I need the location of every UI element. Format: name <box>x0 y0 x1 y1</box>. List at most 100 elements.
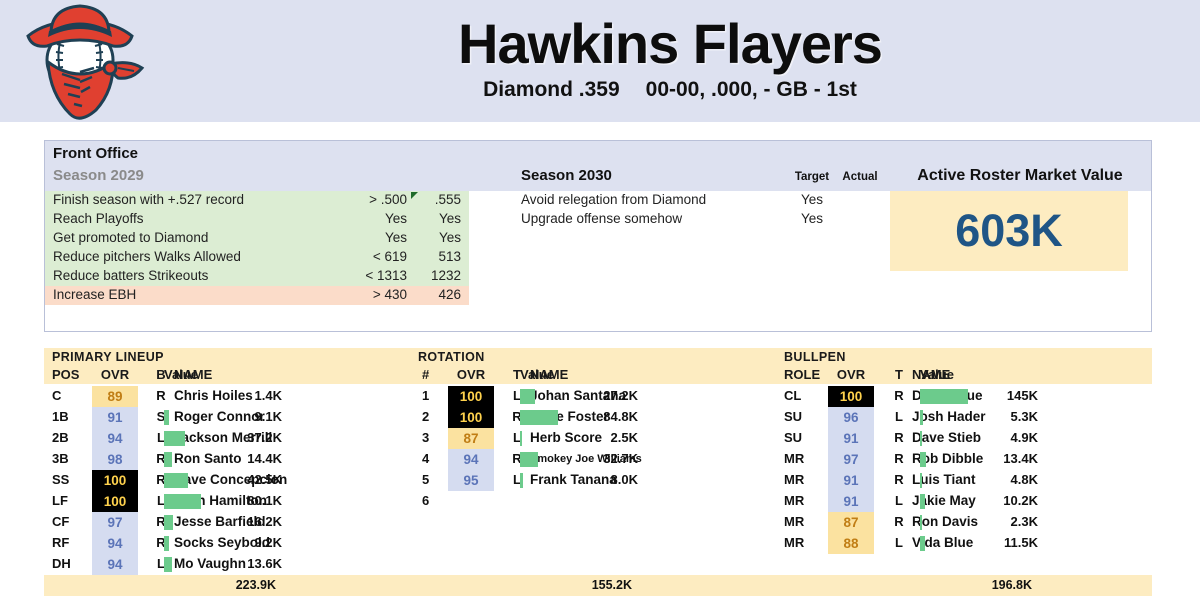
player-value: 8.0K <box>520 470 638 491</box>
table-row[interactable]: MR 88 L Vida Blue 11.5K <box>776 533 1152 554</box>
goal-row: Avoid relegation from Diamond Yes <box>521 191 891 210</box>
overall-rating-badge: 94 <box>448 449 494 470</box>
row-position: LF <box>52 493 68 508</box>
player-value: 32.7K <box>520 449 638 470</box>
season-2029-label: Season 2029 <box>53 167 144 184</box>
title-block: Hawkins Flayers Diamond .359 00-00, .000,… <box>150 8 1190 102</box>
table-row[interactable]: DH 94 L Mo Vaughn 13.6K <box>44 554 410 575</box>
overall-rating-badge: 96 <box>828 407 874 428</box>
table-row[interactable]: SS 100 R Dave Concepcion 42.5K <box>44 470 410 491</box>
table-row[interactable]: 2 100 R Rube Foster 84.8K <box>410 407 776 428</box>
value-bar <box>164 452 172 467</box>
row-position: 6 <box>422 493 430 508</box>
value-amount: 13.6K <box>247 556 282 571</box>
goal-row: Increase EBH > 430 426 <box>45 286 469 305</box>
row-position: SU <box>784 409 803 424</box>
goal-row: Get promoted to Diamond Yes Yes <box>45 229 469 248</box>
goal-row: Reduce pitchers Walks Allowed < 619 513 <box>45 248 469 267</box>
table-row[interactable]: MR 87 R Ron Davis 2.3K <box>776 512 1152 533</box>
overall-rating-badge: 91 <box>828 491 874 512</box>
overall-rating-badge: 91 <box>828 470 874 491</box>
table-row[interactable]: MR 91 R Luis Tiant 4.8K <box>776 470 1152 491</box>
table-row[interactable]: 3 87 L Herb Score 2.5K <box>410 428 776 449</box>
value-amount: 13.4K <box>1003 451 1038 466</box>
overall-rating-badge: 100 <box>448 407 494 428</box>
value-amount: 9.1K <box>254 409 282 424</box>
overall-rating-badge: 88 <box>828 533 874 554</box>
row-position: 2B <box>52 430 69 445</box>
value-bar <box>920 473 922 488</box>
value-bar <box>164 557 172 572</box>
value-amount: 10.2K <box>1003 493 1038 508</box>
table-row[interactable]: LF 100 L Josh Hamilton 80.1K <box>44 491 410 512</box>
goal-actual: 1232 <box>430 268 461 283</box>
table-row[interactable]: 2B 94 L Jackson Merrill 37.2K <box>44 428 410 449</box>
column-header-value: Value <box>164 367 198 382</box>
row-position: SU <box>784 430 803 445</box>
overall-rating-badge: 100 <box>92 491 138 512</box>
handedness: R <box>894 514 904 529</box>
player-value: 14.4K <box>164 449 282 470</box>
table-row[interactable]: 3B 98 R Ron Santo 14.4K <box>44 449 410 470</box>
table-row[interactable]: 1B 91 S Roger Connor 9.1K <box>44 407 410 428</box>
value-amount: 32.7K <box>603 451 638 466</box>
bandit-baseball-logo <box>18 2 148 128</box>
table-row[interactable]: SU 96 L Josh Hader 5.3K <box>776 407 1152 428</box>
player-value: 84.8K <box>520 407 638 428</box>
table-row[interactable]: 6 <box>410 491 776 512</box>
goal-label: Finish season with +.527 record <box>53 192 244 207</box>
season-2030-label: Season 2030 <box>521 167 612 184</box>
primary-lineup-table: PRIMARY LINEUP POS OVR B NAME Value C 89 R Chris … <box>44 348 410 596</box>
column-header-ovr: OVR <box>456 367 486 382</box>
goal-row: Finish season with +.527 record > .500 .55… <box>45 191 469 210</box>
value-bar <box>164 515 173 530</box>
roster-section: PRIMARY LINEUP POS OVR B NAME Value C 89 R Chris … <box>44 348 1152 596</box>
goal-target: > 430 <box>372 287 407 302</box>
overall-rating-badge: 100 <box>92 470 138 491</box>
handedness: R <box>894 451 904 466</box>
goal-label: Upgrade offense somehow <box>521 211 683 226</box>
value-bar <box>164 410 169 425</box>
overall-rating-badge: 87 <box>828 512 874 533</box>
overall-rating-badge: 98 <box>92 449 138 470</box>
goal-row: Reduce batters Strikeouts < 1313 1232 <box>45 267 469 286</box>
goal-actual: 426 <box>438 287 461 302</box>
row-position: 1B <box>52 409 69 424</box>
table-row[interactable]: CF 97 R Jesse Barfield 16.2K <box>44 512 410 533</box>
goal-label: Reduce pitchers Walks Allowed <box>53 249 241 264</box>
table-row[interactable]: RF 94 R Socks Seybold 9.2K <box>44 533 410 554</box>
column-header-value: Value <box>520 367 554 382</box>
table-row[interactable]: MR 97 R Rob Dibble 13.4K <box>776 449 1152 470</box>
goal-target: Yes <box>384 211 407 226</box>
player-value: 9.2K <box>164 533 282 554</box>
overall-rating-badge: 97 <box>828 449 874 470</box>
value-amount: 1.4K <box>254 388 282 403</box>
value-amount: 4.8K <box>1010 472 1038 487</box>
section-total: 223.9K <box>235 578 276 592</box>
goal-target: < 1313 <box>365 268 407 283</box>
goal-label: Get promoted to Diamond <box>53 230 209 245</box>
goal-actual: 513 <box>438 249 461 264</box>
overall-rating-badge: 97 <box>92 512 138 533</box>
table-row[interactable]: 1 100 L Johan Santana 27.2K <box>410 386 776 407</box>
table-row[interactable]: 4 94 R Smokey Joe Williams 32.7K <box>410 449 776 470</box>
section-total: 155.2K <box>591 578 632 592</box>
value-amount: 16.2K <box>247 514 282 529</box>
player-value: 4.8K <box>920 470 1038 491</box>
player-value: 16.2K <box>164 512 282 533</box>
table-row[interactable]: SU 91 R Dave Stieb 4.9K <box>776 428 1152 449</box>
season-2030-goal-list: Avoid relegation from Diamond Yes Upgrade … <box>521 191 891 229</box>
table-row[interactable]: MR 91 L Jakie May 10.2K <box>776 491 1152 512</box>
overall-rating-badge: 94 <box>92 554 138 575</box>
value-bar <box>920 389 968 404</box>
value-bar <box>920 431 922 446</box>
overall-rating-badge: 89 <box>92 386 138 407</box>
row-position: MR <box>784 472 805 487</box>
table-row[interactable]: 5 95 L Frank Tanana 8.0K <box>410 470 776 491</box>
value-bar <box>520 473 523 488</box>
value-amount: 2.5K <box>610 430 638 445</box>
table-row[interactable]: C 89 R Chris Hoiles 1.4K <box>44 386 410 407</box>
table-row[interactable]: CL100RDolf Luque145K <box>776 386 1152 407</box>
value-amount: 27.2K <box>603 388 638 403</box>
section-title: PRIMARY LINEUP <box>52 350 164 364</box>
